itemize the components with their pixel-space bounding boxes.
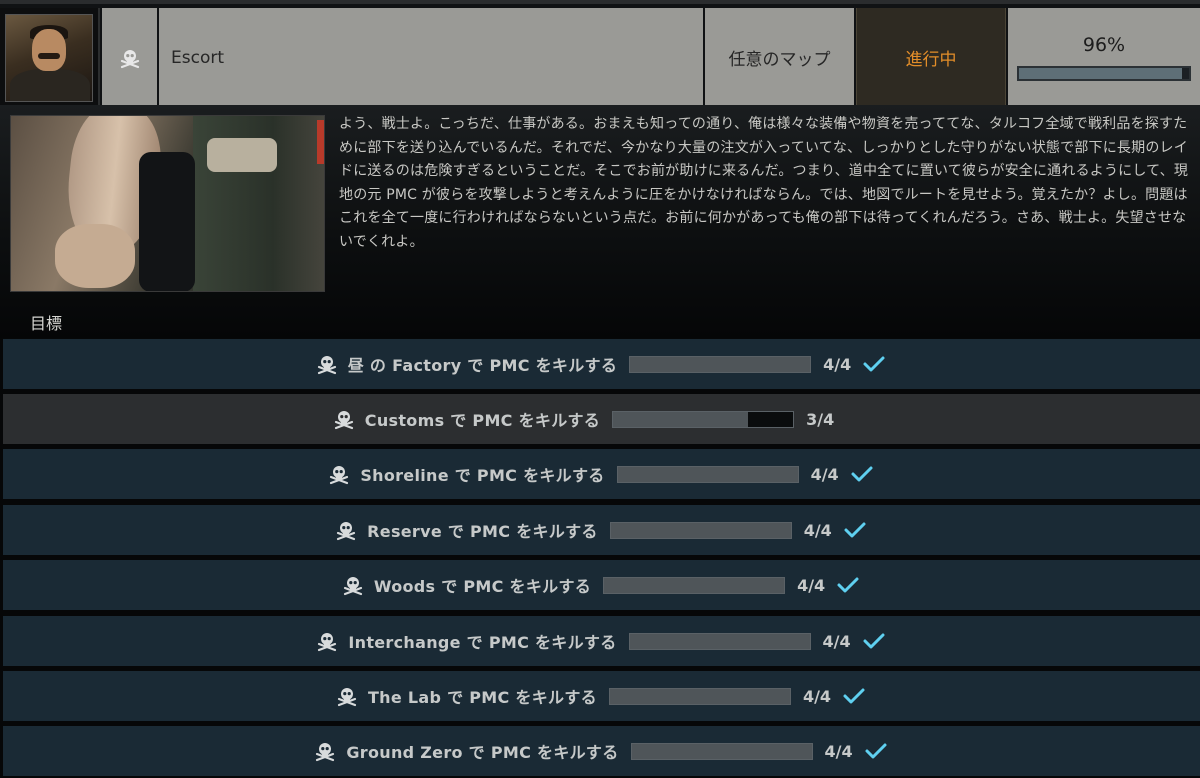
objective-progress-fill: [629, 633, 810, 649]
skull-icon: [334, 411, 353, 430]
objective-content: Reserve で PMC をキルする 4/4: [335, 518, 868, 542]
objective-progress-fill: [631, 743, 812, 759]
objective-progress-bar: [608, 687, 791, 705]
quest-image: [10, 115, 325, 292]
objective-count: 4/4: [824, 741, 853, 761]
skull-icon: [343, 577, 362, 596]
objective-text: Woods で PMC をキルする: [373, 577, 592, 596]
quest-description-area: よう、戦士よ。こっちだ、仕事がある。おまえも知っての通り、俺は様々な装備や物資を…: [0, 105, 1200, 338]
objective-count: 3/4: [806, 409, 835, 429]
checkmark-placeholder: [844, 409, 870, 429]
objective-row[interactable]: The Lab で PMC をキルする 4/4: [3, 671, 1200, 721]
checkmark-icon: [865, 743, 887, 759]
objective-row[interactable]: Ground Zero で PMC をキルする 4/4: [3, 726, 1200, 776]
skull-icon: [330, 466, 349, 485]
quest-header: Escort 任意のマップ 進行中 96%: [0, 0, 1200, 107]
objective-progress-bar: [603, 576, 786, 594]
objective-content: Interchange で PMC をキルする 4/4: [316, 629, 886, 653]
skull-icon: [318, 633, 337, 652]
objective-progress-bar: [609, 521, 792, 539]
objective-count: 4/4: [823, 354, 852, 374]
checkmark-icon: [851, 466, 873, 482]
objective-count: 4/4: [802, 686, 832, 706]
quest-progress: 96%: [1008, 8, 1200, 107]
objective-text: 昼 の Factory で PMC をキルする: [347, 356, 618, 375]
objective-progress-bar: [629, 355, 812, 373]
checkmark-icon: [844, 522, 866, 538]
skull-icon: [120, 49, 139, 68]
trader-avatar[interactable]: [5, 13, 93, 102]
trader-avatar-cell: [0, 8, 100, 107]
skull-icon: [337, 688, 357, 707]
quest-progress-percent: 96%: [1082, 34, 1126, 56]
quest-description: よう、戦士よ。こっちだ、仕事がある。おまえも知っての通り、俺は様々な装備や物資を…: [339, 116, 1189, 250]
objective-count: 4/4: [810, 464, 839, 484]
objective-count: 4/4: [803, 520, 832, 540]
objective-count: 4/4: [797, 575, 826, 595]
objective-content: Woods で PMC をキルする 4/4: [342, 573, 861, 597]
checkmark-icon: [843, 688, 865, 704]
objective-content: Ground Zero で PMC をキルする 4/4: [314, 739, 888, 763]
quest-progress-bar: [1017, 66, 1191, 81]
checkmark-icon: [837, 577, 859, 593]
objective-progress-bar: [628, 632, 811, 650]
objective-content: Customs で PMC をキルする 3/4: [333, 407, 870, 431]
objective-row[interactable]: Woods で PMC をキルする 4/4: [3, 560, 1200, 610]
quest-progress-fill: [1019, 68, 1183, 79]
objective-text: Reserve で PMC をキルする: [367, 522, 598, 541]
quest-name: Escort: [159, 8, 703, 107]
objective-text: Interchange で PMC をキルする: [348, 633, 617, 652]
objective-content: The Lab で PMC をキルする 4/4: [336, 684, 867, 708]
skull-icon: [316, 743, 335, 762]
objective-progress-fill: [604, 577, 785, 593]
objective-progress-fill: [613, 411, 749, 427]
quest-type-cell: [102, 8, 157, 107]
objective-text: Shoreline で PMC をキルする: [360, 466, 605, 485]
objective-text: The Lab で PMC をキルする: [367, 688, 597, 707]
skull-icon: [317, 356, 336, 375]
objective-row[interactable]: Shoreline で PMC をキルする 4/4: [3, 449, 1200, 499]
objective-text: Ground Zero で PMC をキルする: [346, 743, 619, 762]
objective-row[interactable]: Reserve で PMC をキルする 4/4: [3, 505, 1200, 555]
objective-progress-fill: [630, 356, 811, 372]
quest-status: 進行中: [856, 8, 1006, 107]
objective-row[interactable]: Interchange で PMC をキルする 4/4: [3, 616, 1200, 666]
objective-progress-fill: [617, 466, 798, 482]
objectives-heading: 目標: [30, 314, 63, 333]
objective-row[interactable]: 昼 の Factory で PMC をキルする 4/4: [3, 339, 1200, 389]
skull-icon: [337, 522, 356, 541]
objective-content: 昼 の Factory で PMC をキルする 4/4: [316, 352, 888, 376]
checkmark-icon: [863, 356, 885, 372]
objective-text: Customs で PMC をキルする: [364, 411, 601, 430]
quest-map: 任意のマップ: [705, 8, 854, 107]
objective-progress-fill: [609, 688, 790, 704]
checkmark-icon: [863, 633, 885, 649]
objective-progress-fill: [610, 522, 791, 538]
objective-content: Shoreline で PMC をキルする 4/4: [328, 462, 874, 486]
objective-progress-bar: [630, 742, 813, 760]
objective-progress-bar: [612, 410, 795, 428]
objective-progress-bar: [616, 465, 799, 483]
objective-row[interactable]: Customs で PMC をキルする 3/4: [3, 394, 1200, 444]
objective-count: 4/4: [822, 631, 851, 651]
